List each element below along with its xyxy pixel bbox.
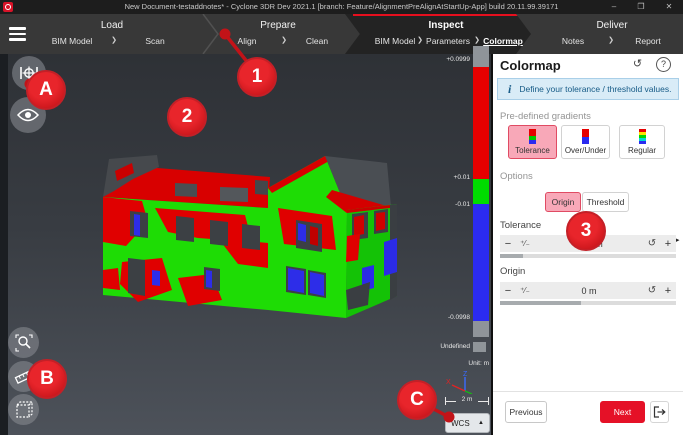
workflow-bar: Load BIM Model ❯ Scan Prepare Align ❯ Cl… xyxy=(0,14,683,54)
eye-icon xyxy=(17,108,39,122)
tolerance-label: Tolerance xyxy=(500,220,541,231)
tolerance-decrease-button[interactable]: − xyxy=(500,238,516,250)
stage-inspect: Inspect xyxy=(428,20,463,31)
colorscale-above xyxy=(473,67,489,179)
colorscale-within xyxy=(473,179,489,204)
viewport-edge-strip xyxy=(0,54,8,435)
callout-1: 1 xyxy=(237,57,277,97)
colorscale-clip-high xyxy=(473,46,489,67)
stage-load: Load xyxy=(101,20,123,31)
colorscale-clip-low xyxy=(473,321,489,337)
callout-2: 2 xyxy=(167,97,207,137)
scale-neg-label: -0.01 xyxy=(410,201,470,208)
tolerance-gradient-icon xyxy=(529,129,536,144)
step-parameters[interactable]: Parameters xyxy=(426,36,470,46)
origin-label: Origin xyxy=(500,266,525,277)
step-load-scan[interactable]: Scan xyxy=(145,36,164,46)
zoom-selection-icon xyxy=(15,334,33,352)
origin-slider-fill xyxy=(500,301,581,305)
gradient-regular-button[interactable]: Regular xyxy=(619,125,665,159)
callout-A: A xyxy=(26,70,66,110)
exit-door-icon xyxy=(653,406,666,418)
panel-collapse-arrow[interactable]: ▸ xyxy=(676,236,680,244)
colorscale-below xyxy=(473,204,489,321)
clipping-box-icon xyxy=(15,401,33,419)
scale-pos-label: +0.01 xyxy=(410,174,470,181)
step-report[interactable]: Report xyxy=(635,36,661,46)
info-icon: i xyxy=(508,82,511,97)
axis-triad: Z X xyxy=(443,368,477,394)
origin-increase-button[interactable]: + xyxy=(660,285,676,297)
active-stage-highlight xyxy=(353,14,518,16)
origin-step-icon[interactable]: ⁺⁄₋ xyxy=(516,286,534,295)
gradient-tolerance-button[interactable]: Tolerance xyxy=(508,125,557,159)
scalebar-label: 2 m xyxy=(445,396,489,403)
axis-x-label: X xyxy=(446,379,451,386)
info-banner: i Define your tolerance / threshold valu… xyxy=(497,78,679,100)
step-inspect-bim-model[interactable]: BIM Model xyxy=(375,36,416,46)
zoom-selection-button[interactable] xyxy=(8,327,39,358)
chevron-separator-icon: ❯ xyxy=(281,36,287,44)
3d-viewport-canvas[interactable]: +0.0999 +0.01 -0.01 -0.0998 Undefined Un… xyxy=(0,54,491,435)
undefined-swatch xyxy=(473,342,486,352)
origin-decrease-button[interactable]: − xyxy=(500,285,516,297)
panel-title: Colormap xyxy=(500,58,561,73)
tolerance-reset-icon[interactable]: ↺ xyxy=(644,238,660,249)
exit-workflow-button[interactable] xyxy=(650,401,669,423)
scalebar: 2 m xyxy=(445,397,489,406)
unit-label: Unit: m xyxy=(429,360,489,367)
step-colormap-active[interactable]: Colormap xyxy=(483,36,523,46)
clipping-box-button[interactable] xyxy=(8,394,39,425)
origin-reset-icon[interactable]: ↺ xyxy=(644,285,660,296)
scale-min-label: -0.0998 xyxy=(410,314,470,321)
regular-gradient-icon xyxy=(639,129,646,144)
origin-value[interactable]: 0 m xyxy=(534,286,644,296)
ucs-dropdown[interactable]: WCS ▲ xyxy=(445,413,490,433)
title-bar: New Document-testaddnotes* - Cyclone 3DR… xyxy=(0,0,683,14)
tolerance-slider-track[interactable] xyxy=(500,254,676,258)
3d-model-building xyxy=(100,150,400,322)
option-origin-button[interactable]: Origin xyxy=(545,192,581,212)
over-under-gradient-icon xyxy=(582,129,589,144)
tolerance-slider-fill xyxy=(500,254,523,258)
step-notes[interactable]: Notes xyxy=(562,36,584,46)
undefined-label: Undefined xyxy=(410,343,470,350)
reset-history-icon[interactable]: ↺ xyxy=(630,57,645,72)
chevron-separator-icon: ❯ xyxy=(474,36,480,44)
next-button[interactable]: Next xyxy=(600,401,645,423)
callout-3: 3 xyxy=(566,211,606,251)
help-icon[interactable]: ? xyxy=(656,57,671,72)
step-clean[interactable]: Clean xyxy=(306,36,328,46)
scale-max-label: +0.0999 xyxy=(410,56,470,63)
stage-deliver: Deliver xyxy=(596,20,627,31)
tolerance-step-icon[interactable]: ⁺⁄₋ xyxy=(516,239,534,248)
axis-z-label: Z xyxy=(463,371,468,378)
callout-B: B xyxy=(27,359,67,399)
close-button[interactable]: ✕ xyxy=(661,1,677,13)
ucs-label: WCS xyxy=(451,419,470,428)
minimize-button[interactable]: – xyxy=(606,1,622,13)
step-load-bim-model[interactable]: BIM Model xyxy=(52,36,93,46)
info-text: Define your tolerance / threshold values… xyxy=(519,84,671,94)
menu-hamburger-button[interactable] xyxy=(9,24,26,44)
callout-C: C xyxy=(397,380,437,420)
gradient-over-under-button[interactable]: Over/Under xyxy=(561,125,610,159)
window-title: New Document-testaddnotes* - Cyclone 3DR… xyxy=(0,2,683,11)
chevron-separator-icon: ❯ xyxy=(111,36,117,44)
option-threshold-button[interactable]: Threshold xyxy=(582,192,629,212)
chevron-separator-icon: ❯ xyxy=(417,36,423,44)
options-section-label: Options xyxy=(500,171,533,182)
gradients-section-label: Pre-defined gradients xyxy=(500,111,591,122)
previous-button[interactable]: Previous xyxy=(505,401,547,423)
origin-slider-track[interactable] xyxy=(500,301,676,305)
origin-slider-row: − ⁺⁄₋ 0 m ↺ + xyxy=(500,282,676,299)
stage-prepare: Prepare xyxy=(260,20,296,31)
tolerance-increase-button[interactable]: + xyxy=(660,238,676,250)
step-align[interactable]: Align xyxy=(238,36,257,46)
dropup-arrow-icon: ▲ xyxy=(478,420,484,426)
application-window: New Document-testaddnotes* - Cyclone 3DR… xyxy=(0,0,683,435)
footer-divider xyxy=(493,391,683,392)
restore-button[interactable]: ❐ xyxy=(633,1,649,13)
chevron-separator-icon: ❯ xyxy=(608,36,614,44)
